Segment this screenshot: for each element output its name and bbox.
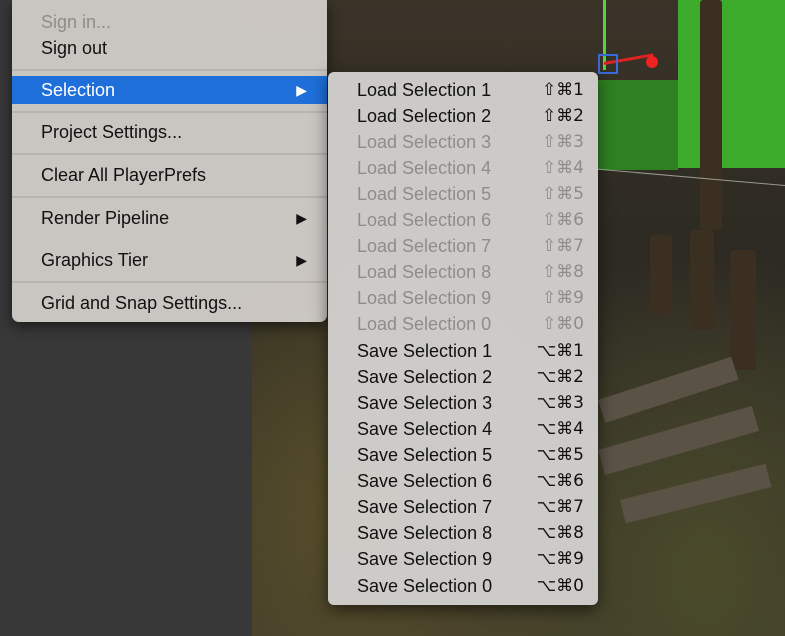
- submenu-item-shortcut: ⇧⌘5: [541, 184, 584, 204]
- menu-separator: [12, 111, 327, 113]
- submenu-item-save-selection-7[interactable]: Save Selection 7 ⌥⌘7: [328, 494, 598, 520]
- menu-item-label: Clear All PlayerPrefs: [41, 165, 207, 185]
- menu-separator: [12, 69, 327, 71]
- scene-green-wall-lower: [598, 80, 678, 170]
- submenu-item-save-selection-5[interactable]: Save Selection 5 ⌥⌘5: [328, 442, 598, 468]
- submenu-item-label: Load Selection 1: [357, 80, 492, 100]
- submenu-item-load-selection-7: Load Selection 7 ⇧⌘7: [328, 233, 598, 259]
- submenu-item-load-selection-1[interactable]: Load Selection 1 ⇧⌘1: [328, 77, 598, 103]
- submenu-item-shortcut: ⌥⌘9: [536, 549, 584, 569]
- submenu-item-shortcut: ⇧⌘1: [541, 80, 584, 100]
- scene-green-wall: [678, 0, 785, 168]
- submenu-item-load-selection-5: Load Selection 5 ⇧⌘5: [328, 181, 598, 207]
- submenu-item-label: Save Selection 9: [357, 549, 493, 569]
- submenu-item-save-selection-9[interactable]: Save Selection 9 ⌥⌘9: [328, 546, 598, 572]
- submenu-item-label: Save Selection 1: [357, 341, 493, 361]
- submenu-item-shortcut: ⌥⌘3: [536, 393, 584, 413]
- menu-item-selection[interactable]: Selection ▶: [12, 76, 327, 104]
- menu-item-project-settings[interactable]: Project Settings...: [12, 118, 327, 146]
- submenu-arrow-icon: ▶: [296, 82, 307, 98]
- submenu-item-shortcut: ⇧⌘0: [541, 314, 584, 334]
- submenu-item-label: Load Selection 9: [357, 288, 492, 308]
- submenu-item-shortcut: ⇧⌘6: [541, 210, 584, 230]
- submenu-item-label: Load Selection 3: [357, 132, 492, 152]
- submenu-item-label: Save Selection 0: [357, 576, 493, 596]
- submenu-item-load-selection-3: Load Selection 3 ⇧⌘3: [328, 129, 598, 155]
- menu-item-grid-snap-settings[interactable]: Grid and Snap Settings...: [12, 289, 327, 317]
- menu-item-label: Selection: [41, 80, 116, 100]
- menu-item-label: Sign in...: [41, 12, 112, 32]
- edit-dropdown-menu: Sign in... Sign out Selection ▶ Project …: [12, 0, 327, 322]
- menu-item-render-pipeline[interactable]: Render Pipeline ▶: [12, 204, 327, 232]
- submenu-item-load-selection-8: Load Selection 8 ⇧⌘8: [328, 259, 598, 285]
- submenu-item-shortcut: ⇧⌘9: [541, 288, 584, 308]
- submenu-item-save-selection-8[interactable]: Save Selection 8 ⌥⌘8: [328, 520, 598, 546]
- submenu-item-save-selection-6[interactable]: Save Selection 6 ⌥⌘6: [328, 468, 598, 494]
- menu-item-label: Project Settings...: [41, 122, 183, 142]
- transform-gizmo-center[interactable]: [598, 54, 618, 74]
- submenu-item-shortcut: ⌥⌘5: [536, 445, 584, 465]
- submenu-item-shortcut: ⌥⌘8: [536, 523, 584, 543]
- menu-item-clear-playerprefs[interactable]: Clear All PlayerPrefs: [12, 161, 327, 189]
- menu-separator: [12, 153, 327, 155]
- submenu-item-label: Save Selection 2: [357, 367, 493, 387]
- menu-item-label: Graphics Tier: [41, 250, 149, 270]
- menu-item-label: Grid and Snap Settings...: [41, 293, 243, 313]
- scene-wooden-post: [690, 230, 714, 330]
- submenu-item-shortcut: ⇧⌘4: [541, 158, 584, 178]
- submenu-item-label: Load Selection 0: [357, 314, 492, 334]
- submenu-item-load-selection-2[interactable]: Load Selection 2 ⇧⌘2: [328, 103, 598, 129]
- submenu-item-save-selection-0[interactable]: Save Selection 0 ⌥⌘0: [328, 573, 598, 599]
- menu-item-sign-in: Sign in...: [12, 8, 327, 36]
- submenu-item-label: Save Selection 3: [357, 393, 493, 413]
- menu-separator: [12, 281, 327, 283]
- submenu-item-shortcut: ⇧⌘7: [541, 236, 584, 256]
- submenu-item-shortcut: ⌥⌘7: [536, 497, 584, 517]
- submenu-item-save-selection-4[interactable]: Save Selection 4 ⌥⌘4: [328, 416, 598, 442]
- selection-submenu: Load Selection 1 ⇧⌘1 Load Selection 2 ⇧⌘…: [328, 72, 598, 605]
- menu-item-graphics-tier[interactable]: Graphics Tier ▶: [12, 246, 327, 274]
- submenu-item-label: Save Selection 4: [357, 419, 493, 439]
- menu-item-sign-out[interactable]: Sign out: [12, 34, 327, 62]
- scene-wooden-post: [730, 250, 756, 370]
- submenu-item-label: Save Selection 8: [357, 523, 493, 543]
- submenu-item-label: Load Selection 7: [357, 236, 492, 256]
- submenu-item-shortcut: ⌥⌘4: [536, 419, 584, 439]
- submenu-item-label: Load Selection 4: [357, 158, 492, 178]
- submenu-item-save-selection-2[interactable]: Save Selection 2 ⌥⌘2: [328, 364, 598, 390]
- submenu-item-label: Load Selection 8: [357, 262, 492, 282]
- submenu-item-label: Save Selection 7: [357, 497, 493, 517]
- submenu-item-shortcut: ⌥⌘0: [536, 576, 584, 596]
- submenu-arrow-icon: ▶: [296, 252, 307, 268]
- submenu-item-shortcut: ⌥⌘6: [536, 471, 584, 491]
- scene-wooden-post: [700, 0, 722, 230]
- submenu-item-label: Save Selection 5: [357, 445, 493, 465]
- menu-item-label: Sign out: [41, 38, 108, 58]
- submenu-item-save-selection-1[interactable]: Save Selection 1 ⌥⌘1: [328, 338, 598, 364]
- submenu-item-shortcut: ⇧⌘3: [541, 132, 584, 152]
- scene-wooden-post: [650, 235, 672, 315]
- submenu-item-shortcut: ⌥⌘1: [536, 341, 584, 361]
- transform-gizmo-x-handle[interactable]: [646, 56, 658, 68]
- submenu-item-load-selection-0: Load Selection 0 ⇧⌘0: [328, 311, 598, 337]
- submenu-item-save-selection-3[interactable]: Save Selection 3 ⌥⌘3: [328, 390, 598, 416]
- submenu-item-load-selection-6: Load Selection 6 ⇧⌘6: [328, 207, 598, 233]
- submenu-item-shortcut: ⌥⌘2: [536, 367, 584, 387]
- submenu-item-shortcut: ⇧⌘2: [541, 106, 584, 126]
- menu-separator: [12, 196, 327, 198]
- submenu-item-label: Load Selection 5: [357, 184, 492, 204]
- submenu-item-label: Load Selection 6: [357, 210, 492, 230]
- menu-item-label: Render Pipeline: [41, 208, 170, 228]
- submenu-item-shortcut: ⇧⌘8: [541, 262, 584, 282]
- submenu-arrow-icon: ▶: [296, 210, 307, 226]
- submenu-item-load-selection-9: Load Selection 9 ⇧⌘9: [328, 285, 598, 311]
- submenu-item-label: Load Selection 2: [357, 106, 492, 126]
- submenu-item-label: Save Selection 6: [357, 471, 493, 491]
- submenu-item-load-selection-4: Load Selection 4 ⇧⌘4: [328, 155, 598, 181]
